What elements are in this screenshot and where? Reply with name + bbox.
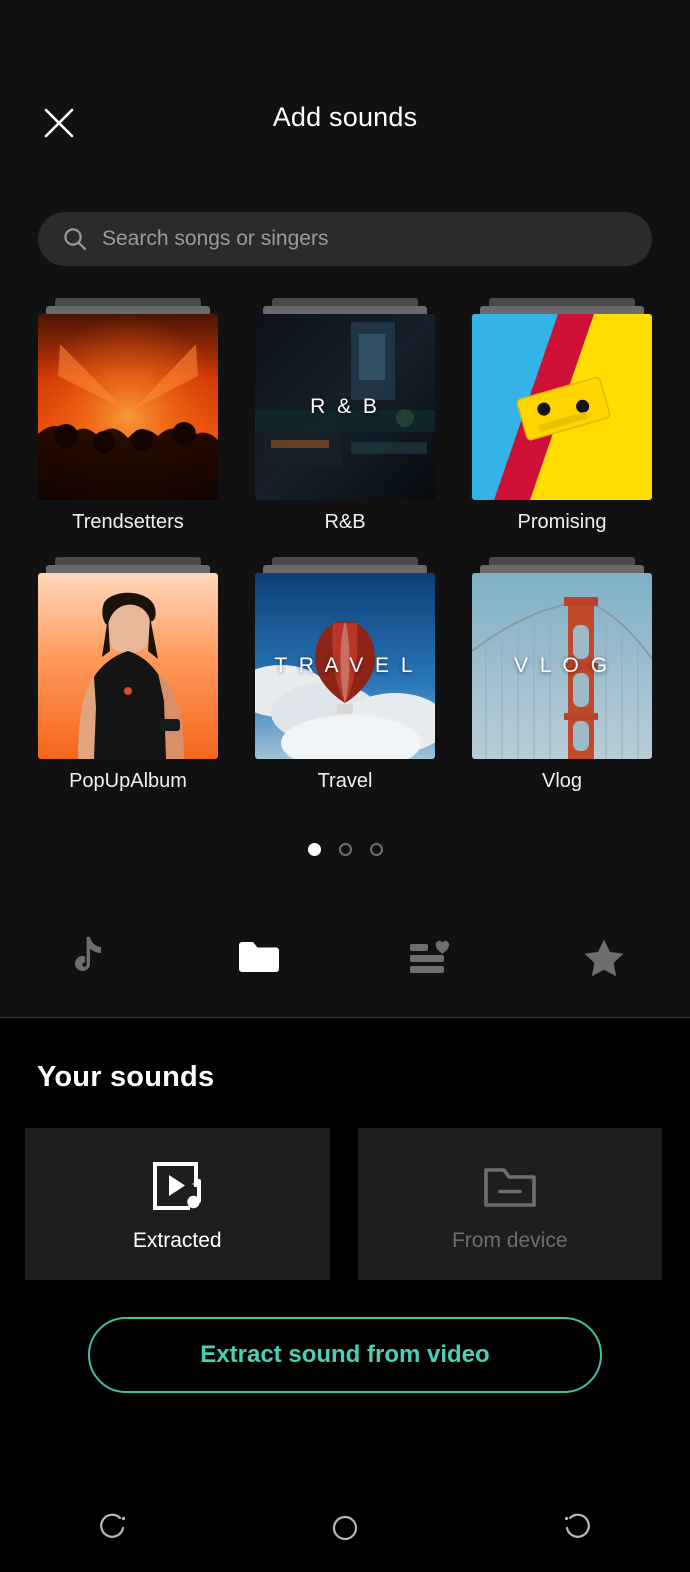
category-label: Trendsetters bbox=[72, 511, 184, 533]
sound-source-tabbar bbox=[0, 920, 690, 998]
android-navigation-bar bbox=[0, 1484, 690, 1572]
pagination-dot-1[interactable] bbox=[307, 843, 321, 856]
pagination-dot-3[interactable] bbox=[369, 843, 383, 856]
category-thumbnail-trendsetters bbox=[38, 314, 218, 500]
category-label: Vlog bbox=[541, 770, 583, 792]
recents-button[interactable] bbox=[0, 1511, 230, 1545]
tab-favorites-playlist[interactable] bbox=[345, 920, 518, 998]
category-grid: Trendsetters R & B R&B Promising PopUpAl… bbox=[38, 298, 652, 793]
tile-extracted[interactable]: Extracted bbox=[25, 1128, 330, 1280]
back-button[interactable] bbox=[460, 1511, 690, 1545]
your-sounds-tiles: Extracted From device bbox=[25, 1128, 662, 1280]
search-input[interactable]: Search songs or singers bbox=[38, 212, 652, 266]
sound-library-panel: Add sounds Search songs or singers Trend… bbox=[0, 0, 690, 1018]
home-button[interactable] bbox=[230, 1511, 460, 1545]
pagination-dot-2[interactable] bbox=[338, 843, 352, 856]
extract-sound-button[interactable]: Extract sound from video bbox=[88, 1317, 602, 1393]
album-stack bbox=[38, 557, 218, 759]
category-card-rnb[interactable]: R & B R&B bbox=[255, 298, 435, 534]
tile-from-device[interactable]: From device bbox=[357, 1128, 662, 1280]
category-card-vlog[interactable]: V L O G Vlog bbox=[472, 557, 652, 793]
album-stack: V L O G bbox=[472, 557, 652, 759]
playlist-heart-icon bbox=[408, 938, 454, 981]
album-stack: T R A V E L bbox=[255, 557, 435, 759]
tab-folder[interactable] bbox=[173, 920, 346, 998]
category-card-popupalbum[interactable]: PopUpAlbum bbox=[38, 557, 218, 793]
category-thumbnail-vlog: V L O G bbox=[472, 573, 652, 759]
tile-label: From device bbox=[451, 1229, 568, 1252]
category-card-promising[interactable]: Promising bbox=[472, 298, 652, 534]
thumbnail-overlay-text: R & B bbox=[310, 395, 380, 418]
category-label: Promising bbox=[517, 511, 607, 533]
category-label: R&B bbox=[324, 511, 366, 533]
page-title: Add sounds bbox=[272, 102, 418, 132]
thumbnail-overlay-text: T R A V E L bbox=[274, 654, 416, 677]
folder-icon bbox=[237, 938, 281, 981]
folder-minus-icon bbox=[482, 1155, 538, 1217]
category-thumbnail-travel: T R A V E L bbox=[255, 573, 435, 759]
category-label: PopUpAlbum bbox=[69, 770, 187, 792]
category-thumbnail-promising bbox=[472, 314, 652, 500]
tab-tiktok-sounds[interactable] bbox=[0, 920, 173, 998]
tile-label: Extracted bbox=[132, 1229, 222, 1252]
star-icon bbox=[583, 937, 625, 982]
search-placeholder: Search songs or singers bbox=[102, 227, 329, 250]
thumbnail-overlay-text: V L O G bbox=[513, 654, 611, 677]
album-stack: R & B bbox=[255, 298, 435, 500]
album-stack bbox=[472, 298, 652, 500]
search-icon bbox=[62, 226, 88, 252]
album-stack bbox=[38, 298, 218, 500]
tab-starred[interactable] bbox=[518, 920, 690, 998]
header: Add sounds bbox=[0, 88, 690, 162]
category-label: Travel bbox=[317, 770, 373, 792]
category-thumbnail-rnb: R & B bbox=[255, 314, 435, 500]
category-card-travel[interactable]: T R A V E L Travel bbox=[255, 557, 435, 793]
tiktok-note-icon bbox=[66, 935, 106, 984]
category-thumbnail-popupalbum bbox=[38, 573, 218, 759]
section-title: Your sounds bbox=[37, 1061, 215, 1093]
video-music-icon bbox=[148, 1155, 206, 1217]
pagination-dots bbox=[0, 843, 690, 856]
add-sounds-screen: Add sounds Search songs or singers Trend… bbox=[0, 0, 690, 1572]
category-card-trendsetters[interactable]: Trendsetters bbox=[38, 298, 218, 534]
